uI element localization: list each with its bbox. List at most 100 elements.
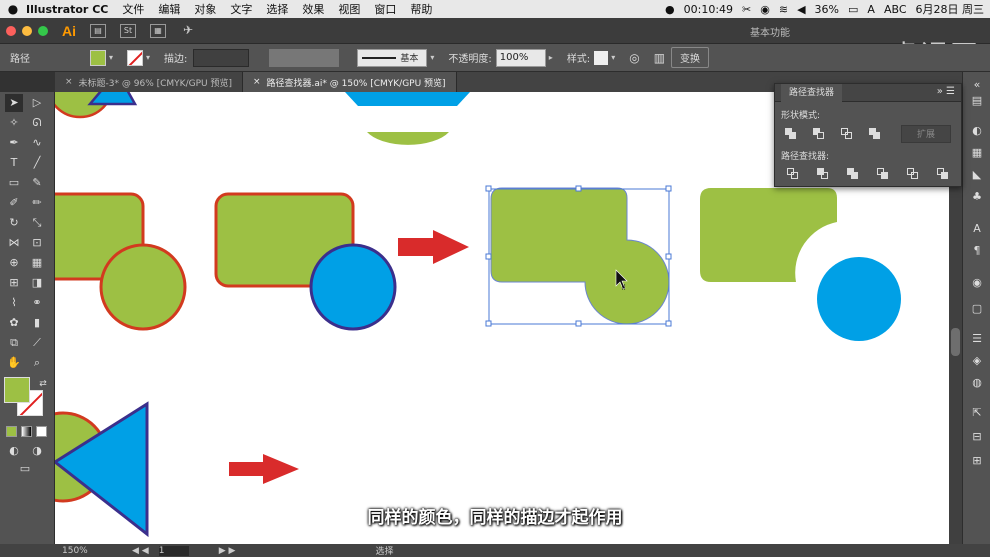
menu-help[interactable]: 帮助 [410,1,432,17]
close-tab-icon[interactable]: × [65,77,73,87]
rotate-tool-icon[interactable]: ↻ [5,214,23,232]
shape-builder-icon[interactable]: ⊕ [5,254,23,272]
swatches-icon[interactable]: ▦ [970,146,984,160]
style-dropdown-icon[interactable]: ▾ [611,53,615,62]
eye-icon[interactable]: ◉ [760,3,770,16]
stroke-panel-icon[interactable]: ◉ [970,276,984,290]
menu-view[interactable]: 视图 [338,1,360,17]
symbol-sprayer-icon[interactable]: ✿ [5,314,23,332]
gradient-panel-icon[interactable]: ▢ [970,302,984,316]
graph-tool-icon[interactable]: ▮ [28,314,46,332]
zoom-level[interactable]: 150% [62,546,102,556]
volume-icon[interactable]: ◀ [797,3,805,16]
align-panel-icon[interactable]: ☰ [970,332,984,346]
panel-menu-icon[interactable]: » ☰ [937,86,955,97]
result-green-shape[interactable] [700,188,837,282]
stroke-dropdown-icon[interactable]: ▾ [146,53,150,62]
selection-handle[interactable] [575,185,582,192]
color-mode-icon[interactable] [6,426,17,437]
lasso-icon[interactable]: ᘏ [28,114,46,132]
divide-button[interactable] [787,168,799,180]
magic-wand-icon[interactable]: ✧ [5,114,23,132]
top-green-semicircle[interactable] [367,132,449,145]
gradient-mode-icon[interactable] [21,426,32,437]
layers-icon[interactable]: ◈ [970,354,984,368]
scrollbar-thumb[interactable] [951,328,960,356]
swap-colors-icon[interactable]: ⇄ [34,375,52,393]
appearance-icon[interactable]: ◍ [970,376,984,390]
top-left-shape-group[interactable] [55,92,138,119]
tab-untitled-3[interactable]: × 未标题-3* @ 96% [CMYK/GPU 预览] [55,72,243,92]
character-icon[interactable]: A [970,222,984,236]
draw-mode-icon[interactable]: ◐ [5,442,23,460]
keyboard-icon[interactable]: A [867,3,875,16]
menu-object[interactable]: 对象 [194,1,216,17]
export-icon[interactable]: ⇱ [970,406,984,420]
brushes-icon[interactable]: ◣ [970,168,984,182]
collapse-panels-icon[interactable]: « [970,78,984,92]
selection-handle[interactable] [485,185,492,192]
app-menu[interactable]: Illustrator CC [26,3,108,16]
clock-time[interactable]: 00:10:49 [684,3,733,16]
properties-icon[interactable]: ▤ [970,94,984,108]
close-window-button[interactable] [6,25,16,36]
fill-color-box[interactable] [4,377,30,403]
pencil-icon[interactable]: ✏ [28,194,46,212]
recolor-icon[interactable]: ◎ [629,51,639,65]
artboard-tool-icon[interactable]: ⧉ [5,334,23,352]
input-source[interactable]: ABC [884,3,907,16]
hand-tool-icon[interactable]: ✋ [5,354,23,372]
merged-green-path[interactable] [490,187,670,325]
perspective-grid-icon[interactable]: ▦ [28,254,46,272]
close-tab-icon[interactable]: × [253,77,261,87]
selection-tool-icon[interactable]: ➤ [5,94,23,112]
example-2-circle[interactable] [309,243,397,331]
selection-handle[interactable] [665,185,672,192]
paragraph-icon[interactable]: ¶ [970,244,984,258]
symbols-icon[interactable]: ♣ [970,190,984,204]
type-tool-icon[interactable]: T [5,154,23,172]
artboard-number[interactable]: 1 [158,545,189,556]
brush-dropdown-icon[interactable]: ▾ [430,53,434,62]
free-transform-icon[interactable]: ⊡ [28,234,46,252]
zoom-tool-icon[interactable]: ⌕ [28,354,46,372]
align-icon[interactable]: ▥ [654,51,665,65]
stroke-swatch[interactable] [127,49,144,66]
result-group[interactable] [700,188,901,341]
pen-tool-icon[interactable]: ✒ [5,134,23,152]
trim-button[interactable] [817,168,829,180]
fill-dropdown-icon[interactable]: ▾ [109,53,113,62]
document-icon[interactable]: ▤ [90,23,106,38]
gradient-tool-icon[interactable]: ◨ [28,274,46,292]
artboard-nav-icons[interactable]: ◀ ◀ [132,546,149,556]
artboard-nav-next-icons[interactable]: ▶ ▶ [219,546,236,556]
line-tool-icon[interactable]: ╱ [28,154,46,172]
bridge-icon[interactable]: St [120,23,136,38]
example-2-group[interactable] [214,192,397,331]
selection-handle[interactable] [665,253,672,260]
blend-tool-icon[interactable]: ⚭ [28,294,46,312]
variable-width-profile[interactable] [269,48,340,67]
intersect-button[interactable] [841,128,853,140]
tab-pathfinder-ai[interactable]: × 路径查找器.ai* @ 150% [CMYK/GPU 预览] [242,72,457,92]
battery-icon[interactable]: ▭ [848,3,858,16]
menu-select[interactable]: 选择 [266,1,288,17]
zoom-window-button[interactable] [38,25,48,36]
eyedropper-icon[interactable]: ⌇ [5,294,23,312]
mesh-tool-icon[interactable]: ⊞ [5,274,23,292]
pen-send-icon[interactable]: ✈ [180,24,196,38]
expand-button[interactable]: 扩展 [901,125,951,143]
crop-button[interactable] [877,168,889,180]
artboards-icon[interactable]: ⊞ [970,454,984,468]
opacity-dropdown-icon[interactable]: ▸ [549,53,553,62]
apple-icon[interactable]: ● [0,2,26,16]
opacity-input[interactable]: 100% [495,48,546,67]
example-1-group[interactable] [55,192,187,331]
record-icon[interactable]: ● [665,3,675,16]
menu-effect[interactable]: 效果 [302,1,324,17]
example-1-circle[interactable] [99,243,187,331]
result-blue-circle[interactable] [817,257,901,341]
arrange-icon[interactable]: ▦ [150,23,166,38]
exclude-button[interactable] [869,128,881,140]
date-display[interactable]: 6月28日 周三 [916,1,985,17]
